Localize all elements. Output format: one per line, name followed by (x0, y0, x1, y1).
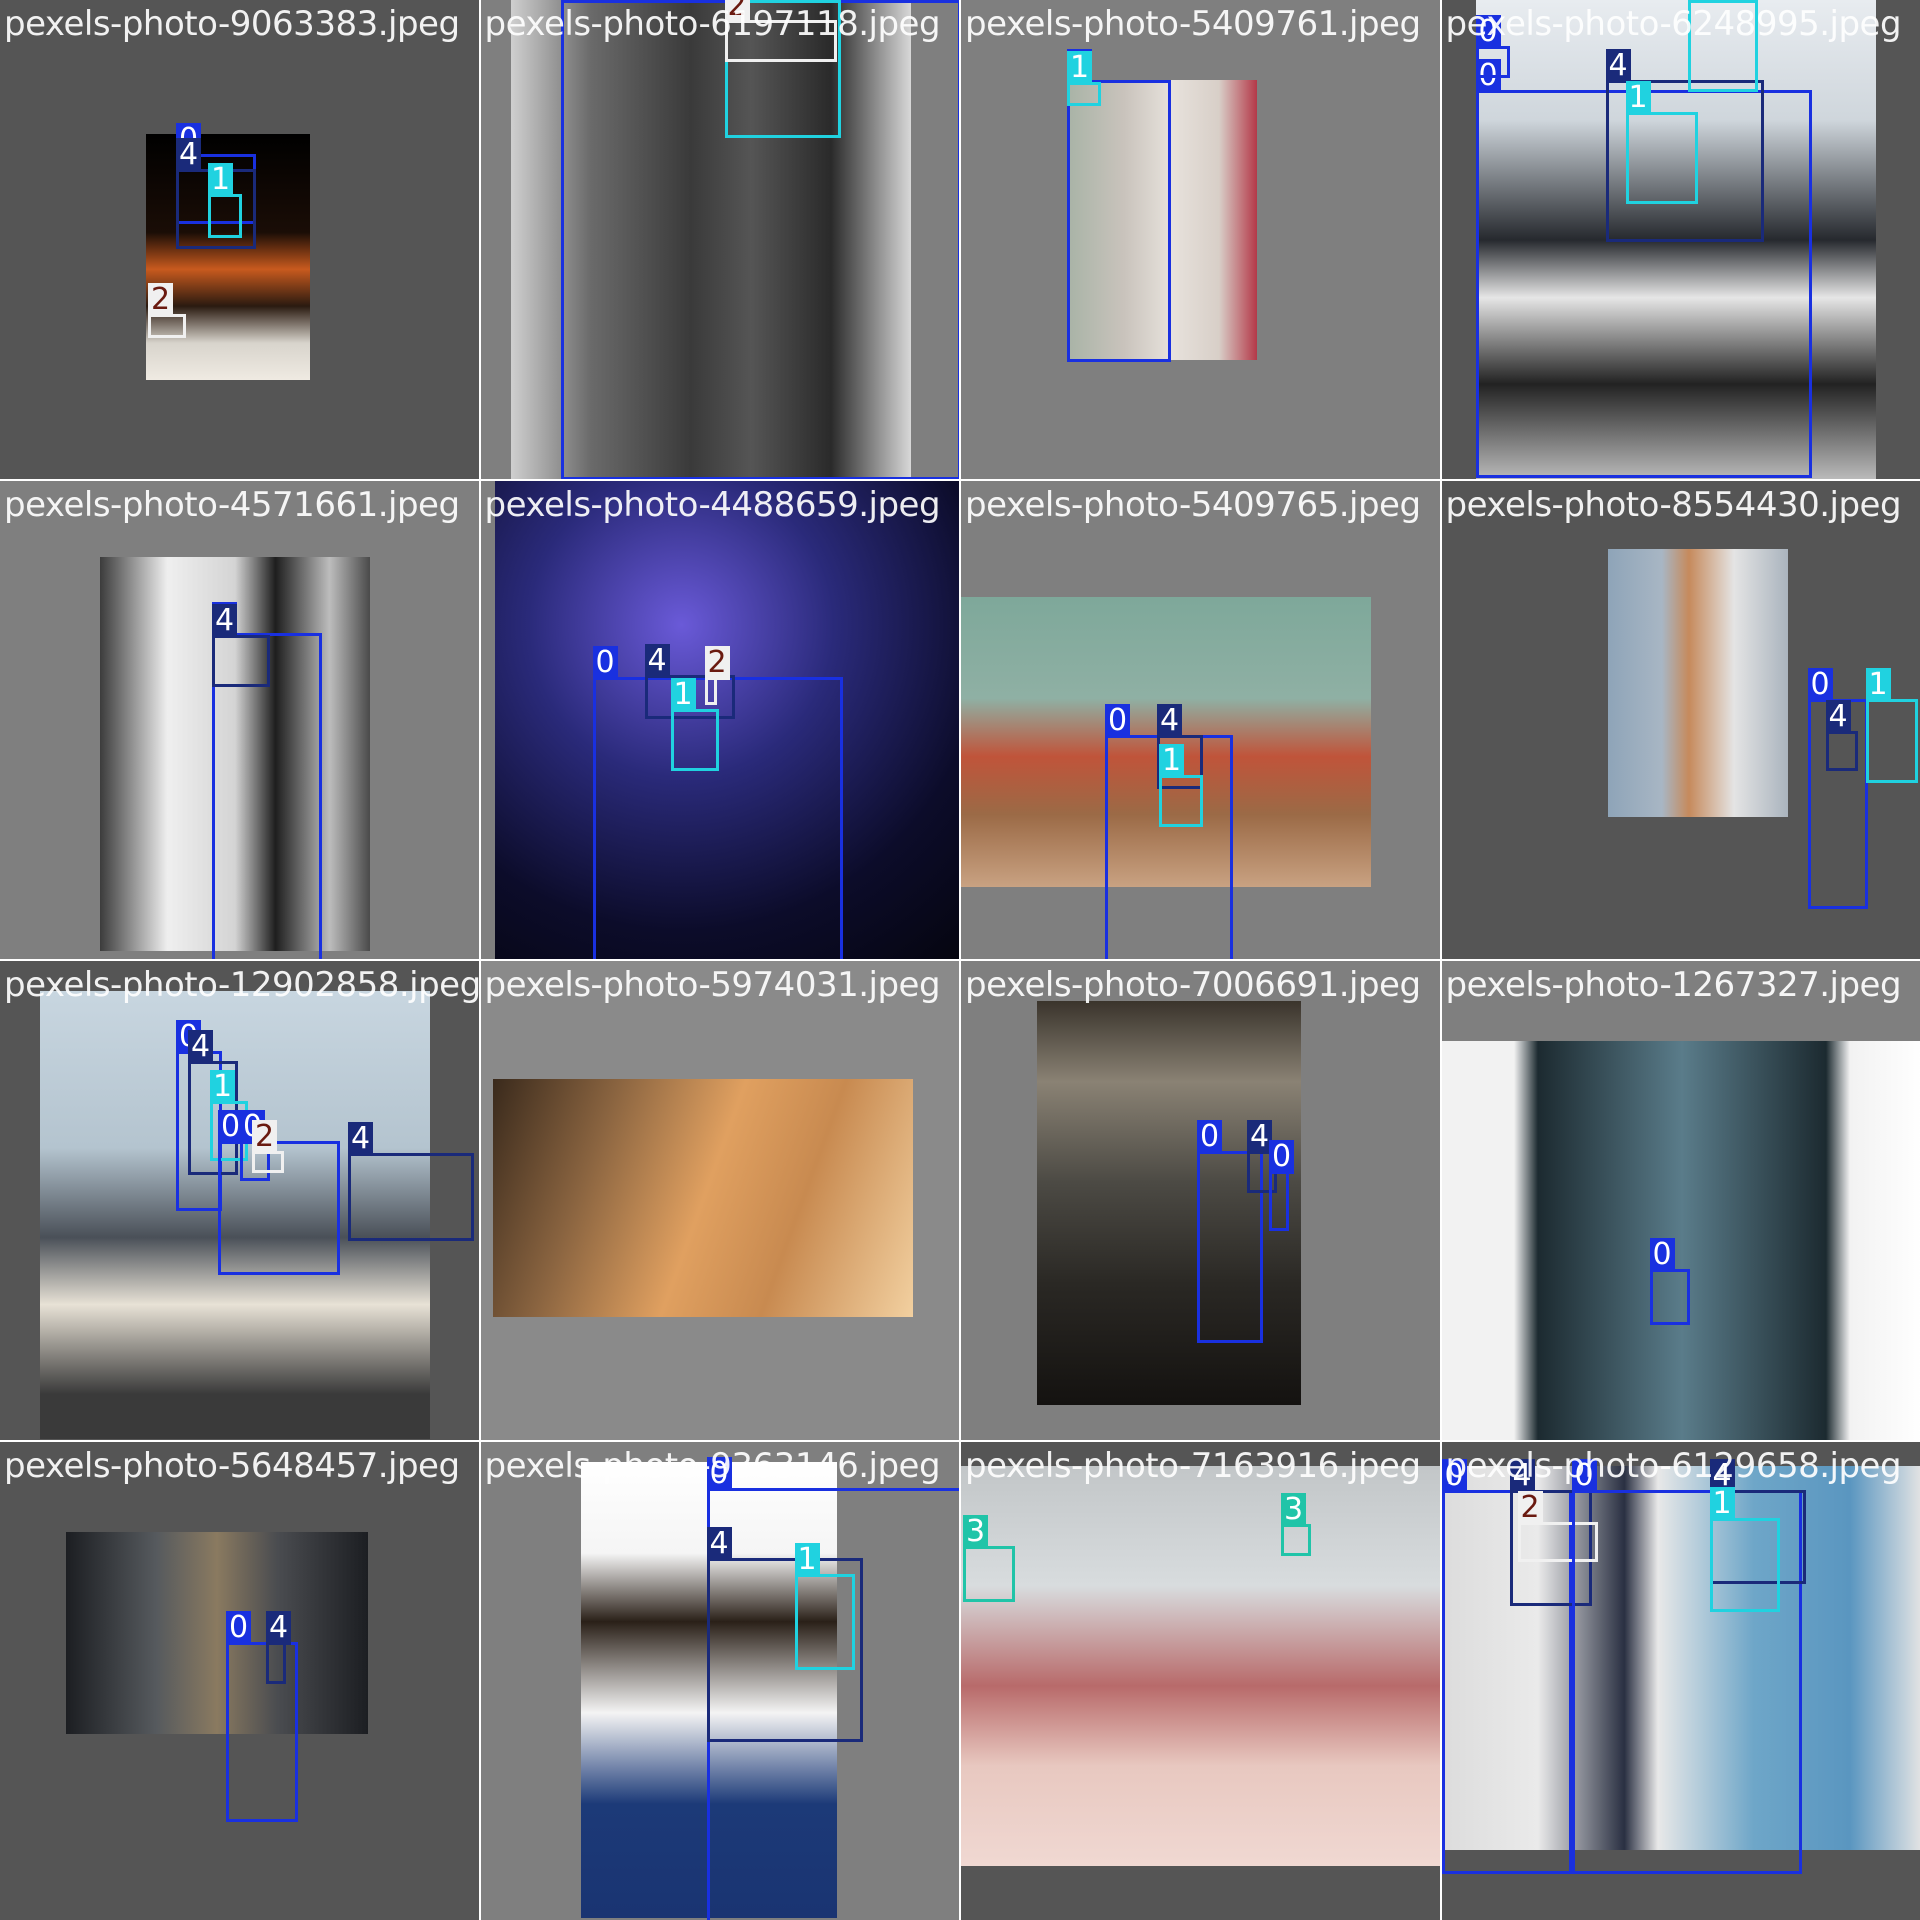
box-class-label: 4 (348, 1122, 374, 1156)
box-class-label: 4 (176, 138, 202, 172)
box-class-label: 1 (1865, 667, 1891, 702)
box-class-label: 4 (1605, 49, 1631, 83)
mosaic-tile: 0 1 4 pexels-photo-8554430.jpeg (1441, 480, 1920, 959)
tile-filename: pexels-photo-4571661.jpeg (4, 484, 460, 525)
bounding-box: 0 (1475, 15, 1510, 78)
bounding-box: 1 (670, 677, 719, 771)
photo-thumbnail (1607, 548, 1788, 817)
box-class-label: 1 (210, 1070, 236, 1104)
mosaic-tile: 01 pexels-photo-5409761.jpeg (961, 0, 1440, 479)
mosaic-tile: 012pexels-photo-6197118.jpeg (480, 0, 959, 479)
tile-filename: pexels-photo-4488659.jpeg (484, 484, 941, 525)
mosaic-tile: 0 4 0 pexels-photo-7006691.jpeg (961, 961, 1440, 1440)
bounding-box: 1 (1865, 667, 1918, 783)
tile-filename: pexels-photo-5409761.jpeg (965, 4, 1421, 44)
bounding-box: 4 (348, 1122, 474, 1241)
mosaic-tile: 00411pexels-photo-6248995.jpeg (1441, 0, 1920, 479)
box-class-label: 4 (212, 603, 238, 638)
mosaic-tile: 0410024pexels-photo-12902858.jpeg (0, 961, 479, 1440)
box-class-label: 1 (670, 677, 696, 712)
image-mosaic: 0412pexels-photo-9063383.jpeg012pexels-p… (0, 0, 1920, 1920)
bounding-box: 4 (212, 603, 270, 687)
box-class-label: 0 (1105, 703, 1131, 738)
bounding-box: 1 (1159, 743, 1203, 827)
bounding-box: 1 (1625, 81, 1698, 204)
tile-filename: pexels-photo-6197118.jpeg (484, 4, 941, 44)
mosaic-tile: pexels-photo-5974031.jpeg (480, 961, 959, 1440)
bounding-box: 2 (148, 283, 186, 338)
mosaic-tile: 04pexels-photo-4571661.jpeg (0, 480, 479, 959)
box-class-label: 4 (266, 1610, 292, 1645)
box-class-label: 4 (188, 1030, 214, 1064)
mosaic-tile: 3 3 pexels-photo-7163916.jpeg (961, 1441, 1440, 1920)
tile-filename: pexels-photo-9363146.jpeg (484, 1445, 941, 1486)
box-class-label: 0 (1649, 1238, 1675, 1272)
tile-filename: pexels-photo-7163916.jpeg (965, 1445, 1421, 1486)
bounding-box: 0 (1067, 49, 1171, 362)
box-class-label: 2 (252, 1120, 278, 1154)
bounding-box: 2 (252, 1120, 284, 1173)
mosaic-tile: 0 4 pexels-photo-5648457.jpeg (0, 1441, 479, 1920)
bounding-box: 4 (1825, 699, 1858, 771)
tile-filename: pexels-photo-6248995.jpeg (1445, 4, 1902, 44)
box-class-label: 3 (963, 1514, 989, 1549)
bounding-box: 1 (794, 1542, 855, 1670)
box-class-label: 4 (644, 643, 670, 678)
mosaic-tile: 0 4 1 pexels-photo-5409765.jpeg (961, 480, 1440, 959)
photo-thumbnail (492, 1079, 913, 1317)
bounding-box: 3 (963, 1514, 1015, 1602)
box-class-label: 1 (794, 1542, 820, 1577)
bounding-box: 0 (1269, 1140, 1295, 1231)
box-class-label: 1 (1159, 743, 1185, 778)
tile-filename: pexels-photo-12902858.jpeg (4, 965, 479, 1005)
box-class-label: 3 (1281, 1492, 1307, 1527)
bounding-box: 0 (1649, 1238, 1690, 1325)
tile-filename: pexels-photo-1267327.jpeg (1445, 965, 1902, 1005)
box-class-label: 0 (1197, 1120, 1223, 1154)
box-class-label: 2 (704, 645, 730, 680)
tile-filename: pexels-photo-5409765.jpeg (965, 484, 1421, 525)
mosaic-tile: 0 4 1 2 pexels-photo-4488659.jpeg (480, 480, 959, 959)
box-class-label: 4 (706, 1526, 732, 1561)
mosaic-tile: 0412pexels-photo-9063383.jpeg (0, 0, 479, 479)
bounding-box: 1 (1709, 1486, 1780, 1612)
tile-filename: pexels-photo-9063383.jpeg (4, 4, 460, 44)
bounding-box: 4 (266, 1610, 292, 1684)
tile-filename: pexels-photo-5648457.jpeg (4, 1445, 460, 1486)
tile-filename: pexels-photo-8554430.jpeg (1445, 484, 1902, 525)
photo-thumbnail (1441, 1041, 1920, 1440)
box-class-label: 0 (226, 1610, 252, 1645)
bounding-box: 1 (208, 163, 242, 238)
tile-filename: pexels-photo-6129658.jpeg (1445, 1445, 1902, 1486)
photo-thumbnail (961, 1465, 1440, 1866)
bounding-box: 2 (704, 645, 730, 705)
bounding-box: 1 (1067, 51, 1101, 106)
photo-thumbnail (66, 1531, 368, 1734)
box-class-label: 0 (592, 645, 618, 680)
bounding-box: 3 (1281, 1492, 1311, 1556)
tile-filename: pexels-photo-5974031.jpeg (484, 965, 941, 1005)
tile-filename: pexels-photo-7006691.jpeg (965, 965, 1421, 1005)
box-class-label: 4 (1825, 699, 1851, 734)
box-class-label: 0 (1269, 1140, 1295, 1174)
box-class-label: 2 (1517, 1490, 1543, 1525)
box-class-label: 0 (1807, 667, 1833, 702)
mosaic-tile: 0 pexels-photo-1267327.jpeg (1441, 961, 1920, 1440)
box-class-label: 1 (1709, 1486, 1735, 1521)
bounding-box: 0 (226, 1610, 298, 1822)
box-class-label: 4 (1157, 703, 1183, 738)
box-class-label: 1 (1067, 51, 1093, 85)
box-class-label: 1 (1625, 81, 1651, 115)
mosaic-tile: 0 4 2 0 4 1 pexels-photo-6129658.jpeg (1441, 1441, 1920, 1920)
mosaic-tile: 0 4 1 pexels-photo-9363146.jpeg (480, 1441, 959, 1920)
box-class-label: 2 (148, 283, 174, 317)
box-class-label: 1 (208, 163, 234, 197)
